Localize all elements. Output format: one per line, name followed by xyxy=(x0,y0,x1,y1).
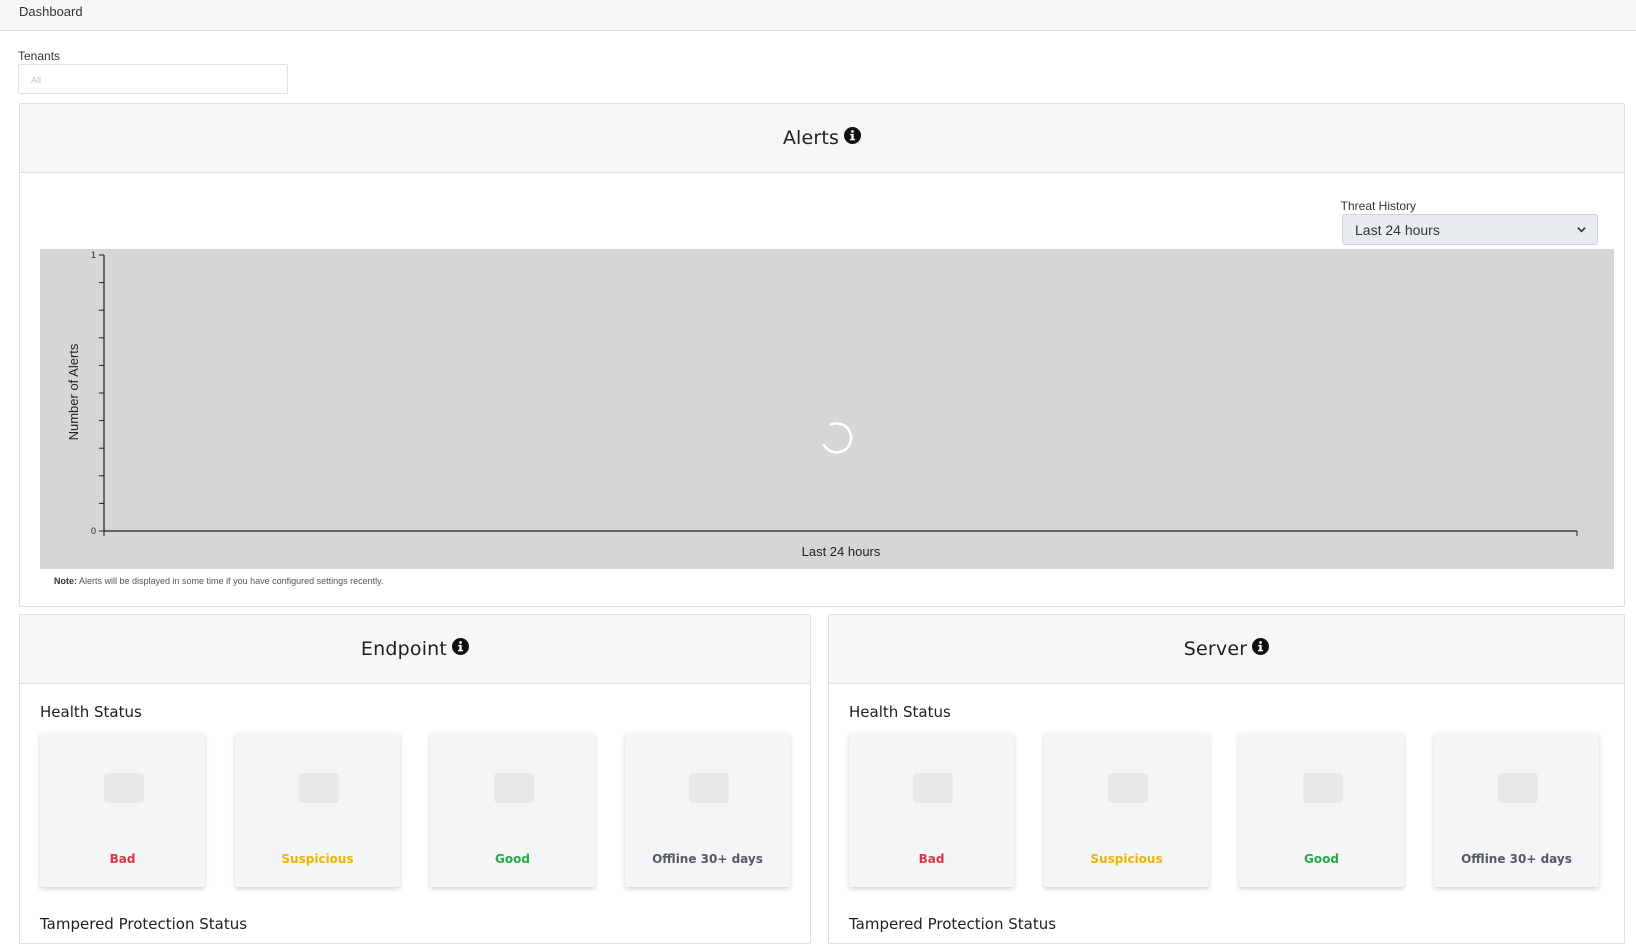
tile-label: Suspicious xyxy=(1090,852,1163,866)
endpoint-title: Endpoint xyxy=(360,638,448,660)
server-tampered-status-label: Tampered Protection Status xyxy=(849,915,1057,933)
server-tile-good[interactable]: Good xyxy=(1239,733,1404,887)
x-axis-label: Last 24 hours xyxy=(802,544,881,559)
tile-label: Bad xyxy=(109,852,136,866)
y-axis-label: Number of Alerts xyxy=(66,343,81,440)
tile-placeholder xyxy=(494,773,534,803)
tile-label: Bad xyxy=(918,852,945,866)
tile-placeholder xyxy=(1303,773,1343,803)
server-title: Server xyxy=(1183,638,1248,660)
endpoint-card: Endpoint Health Status Bad Suspicious Go… xyxy=(19,614,811,944)
endpoint-header: Endpoint xyxy=(20,615,810,684)
alerts-card: Alerts Threat History Last 24 hours 1 0 … xyxy=(19,103,1625,607)
alerts-title: Alerts xyxy=(782,127,840,149)
endpoint-tile-good[interactable]: Good xyxy=(430,733,595,887)
server-health-status-label: Health Status xyxy=(849,703,951,721)
endpoint-tile-offline[interactable]: Offline 30+ days xyxy=(625,733,790,887)
server-tile-offline[interactable]: Offline 30+ days xyxy=(1434,733,1599,887)
tile-placeholder xyxy=(1498,773,1538,803)
chevron-down-icon xyxy=(1577,227,1586,233)
tile-label: Offline 30+ days xyxy=(1461,852,1572,866)
page-title: Dashboard xyxy=(19,4,83,19)
server-tile-suspicious[interactable]: Suspicious xyxy=(1044,733,1209,887)
info-icon[interactable] xyxy=(452,637,470,655)
info-icon[interactable] xyxy=(844,126,862,144)
alerts-header: Alerts xyxy=(20,104,1624,173)
endpoint-health-status-label: Health Status xyxy=(40,703,142,721)
endpoint-tile-suspicious[interactable]: Suspicious xyxy=(235,733,400,887)
threat-history-select[interactable]: Last 24 hours xyxy=(1342,214,1598,245)
server-card: Server Health Status Bad Suspicious Good… xyxy=(828,614,1625,944)
threat-history-label: Threat History xyxy=(1340,199,1416,213)
tile-placeholder xyxy=(299,773,339,803)
threat-history-value: Last 24 hours xyxy=(1355,221,1440,238)
tile-placeholder xyxy=(1108,773,1148,803)
tile-placeholder xyxy=(913,773,953,803)
endpoint-tile-bad[interactable]: Bad xyxy=(40,733,205,887)
tile-label: Offline 30+ days xyxy=(652,852,763,866)
tile-label: Good xyxy=(495,852,530,866)
server-tile-bad[interactable]: Bad xyxy=(849,733,1014,887)
tile-placeholder xyxy=(104,773,144,803)
tile-label: Good xyxy=(1304,852,1339,866)
y-tick-label-min: 0 xyxy=(91,526,96,536)
info-icon[interactable] xyxy=(1252,637,1270,655)
note-text: Alerts will be displayed in some time if… xyxy=(77,576,384,586)
alerts-note: Note: Alerts will be displayed in some t… xyxy=(54,576,383,586)
alerts-chart: 1 0 Number of Alerts Last 24 hours xyxy=(40,249,1614,569)
alerts-chart-svg: 1 0 Number of Alerts Last 24 hours xyxy=(66,250,1578,559)
y-axis-ticks xyxy=(99,254,104,532)
tenants-label: Tenants xyxy=(18,49,61,63)
y-tick-label-max: 1 xyxy=(91,250,96,260)
tile-placeholder xyxy=(689,773,729,803)
note-bold: Note: xyxy=(54,576,77,586)
tile-label: Suspicious xyxy=(281,852,354,866)
endpoint-tampered-status-label: Tampered Protection Status xyxy=(40,915,248,933)
loading-spinner-icon xyxy=(822,422,853,454)
server-header: Server xyxy=(829,615,1624,684)
tenants-input[interactable] xyxy=(18,64,288,94)
top-bar: Dashboard xyxy=(0,0,1636,31)
